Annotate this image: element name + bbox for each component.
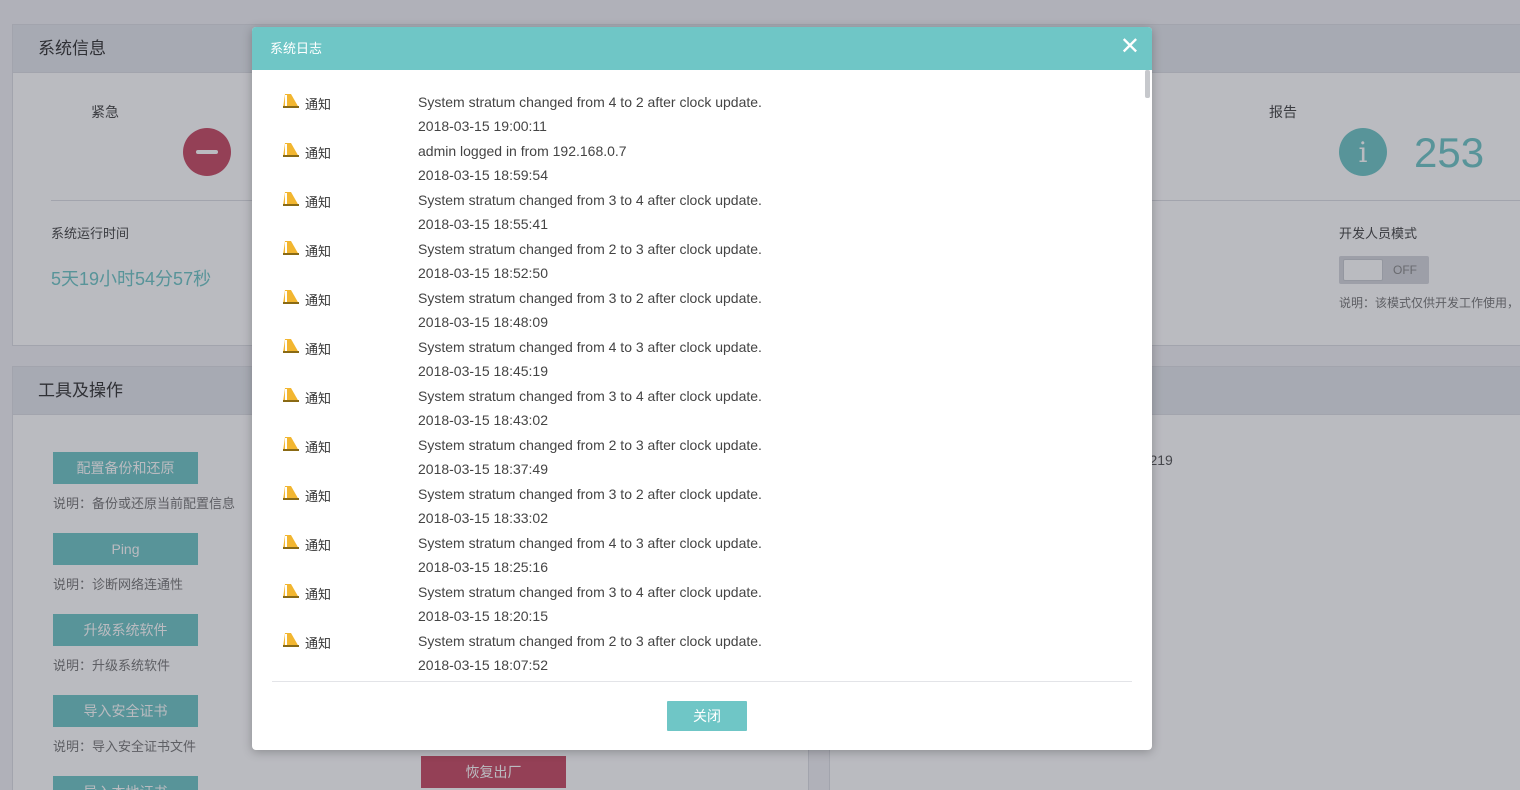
notice-icon	[283, 290, 299, 304]
notice-icon	[283, 388, 299, 402]
log-time: 2018-03-15 18:37:49	[418, 461, 548, 477]
log-row: 通知 System stratum changed from 3 to 2 af…	[280, 286, 1120, 335]
notice-icon	[283, 241, 299, 255]
close-button[interactable]: 关闭	[667, 701, 747, 731]
log-message: System stratum changed from 2 to 3 after…	[418, 437, 762, 453]
log-level: 通知	[305, 587, 332, 602]
log-row: 通知 System stratum changed from 2 to 3 af…	[280, 629, 1120, 678]
log-list: 通知 System stratum changed from 4 to 2 af…	[280, 90, 1120, 678]
notice-icon	[283, 143, 299, 157]
log-message: System stratum changed from 4 to 3 after…	[418, 535, 762, 551]
log-time: 2018-03-15 18:59:54	[418, 167, 548, 183]
log-level: 通知	[305, 489, 332, 504]
notice-icon	[283, 192, 299, 206]
notice-icon	[283, 584, 299, 598]
log-level: 通知	[305, 636, 332, 651]
log-message: System stratum changed from 3 to 4 after…	[418, 584, 762, 600]
log-row: 通知 System stratum changed from 4 to 3 af…	[280, 335, 1120, 384]
log-list-container[interactable]: 通知 System stratum changed from 4 to 2 af…	[252, 70, 1152, 682]
log-time: 2018-03-15 18:33:02	[418, 510, 548, 526]
log-level: 通知	[305, 440, 332, 455]
log-message: System stratum changed from 4 to 2 after…	[418, 94, 762, 110]
close-icon[interactable]: ✕	[1120, 27, 1140, 67]
log-time: 2018-03-15 18:45:19	[418, 363, 548, 379]
notice-icon	[283, 94, 299, 108]
log-message: System stratum changed from 4 to 3 after…	[418, 339, 762, 355]
log-row: 通知 System stratum changed from 3 to 4 af…	[280, 188, 1120, 237]
log-level: 通知	[305, 146, 332, 161]
log-time: 2018-03-15 18:20:15	[418, 608, 548, 624]
log-message: System stratum changed from 3 to 4 after…	[418, 192, 762, 208]
log-row: 通知 System stratum changed from 4 to 2 af…	[280, 90, 1120, 139]
log-message: admin logged in from 192.168.0.7	[418, 143, 627, 159]
notice-icon	[283, 486, 299, 500]
log-message: System stratum changed from 3 to 2 after…	[418, 486, 762, 502]
log-row: 通知 System stratum changed from 2 to 3 af…	[280, 237, 1120, 286]
dialog-header: 系统日志 ✕	[252, 27, 1152, 70]
log-level: 通知	[305, 293, 332, 308]
log-time: 2018-03-15 19:00:11	[418, 118, 547, 134]
log-row: 通知 System stratum changed from 3 to 2 af…	[280, 482, 1120, 531]
log-row: 通知 System stratum changed from 3 to 4 af…	[280, 580, 1120, 629]
log-time: 2018-03-15 18:48:09	[418, 314, 548, 330]
log-row: 通知 System stratum changed from 4 to 3 af…	[280, 531, 1120, 580]
notice-icon	[283, 437, 299, 451]
scrollbar[interactable]	[1145, 70, 1150, 98]
log-level: 通知	[305, 391, 332, 406]
notice-icon	[283, 633, 299, 647]
log-row: 通知 admin logged in from 192.168.0.7 2018…	[280, 139, 1120, 188]
log-message: System stratum changed from 3 to 4 after…	[418, 388, 762, 404]
dialog-title: 系统日志	[270, 41, 323, 56]
log-time: 2018-03-15 18:52:50	[418, 265, 548, 281]
log-time: 2018-03-15 18:55:41	[418, 216, 548, 232]
log-message: System stratum changed from 2 to 3 after…	[418, 241, 762, 257]
log-time: 2018-03-15 18:25:16	[418, 559, 548, 575]
notice-icon	[283, 339, 299, 353]
system-log-dialog: 系统日志 ✕ 通知 System stratum changed from 4 …	[252, 27, 1152, 750]
dialog-footer: 关闭	[272, 681, 1132, 750]
log-message: System stratum changed from 2 to 3 after…	[418, 633, 762, 649]
log-level: 通知	[305, 244, 332, 259]
log-row: 通知 System stratum changed from 3 to 4 af…	[280, 384, 1120, 433]
log-level: 通知	[305, 195, 332, 210]
notice-icon	[283, 535, 299, 549]
log-time: 2018-03-15 18:07:52	[418, 657, 548, 673]
log-time: 2018-03-15 18:43:02	[418, 412, 548, 428]
log-level: 通知	[305, 342, 332, 357]
log-level: 通知	[305, 97, 332, 112]
log-row: 通知 System stratum changed from 2 to 3 af…	[280, 433, 1120, 482]
log-level: 通知	[305, 538, 332, 553]
log-message: System stratum changed from 3 to 2 after…	[418, 290, 762, 306]
